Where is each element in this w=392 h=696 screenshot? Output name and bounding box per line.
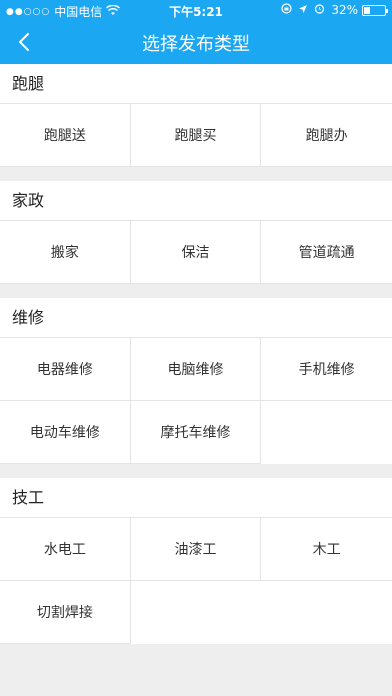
category-item[interactable]: 木工: [261, 518, 392, 581]
status-bar: ●●○○○ 中国电信 下午5:21 32%: [0, 0, 392, 20]
battery-icon: [362, 4, 388, 16]
category-section: 跑腿 跑腿送 跑腿买 跑腿办: [0, 64, 392, 167]
rotation-lock-icon: [281, 3, 292, 17]
category-item[interactable]: 电动车维修: [0, 401, 131, 464]
section-title: 技工: [0, 478, 392, 518]
battery-level: [364, 6, 371, 14]
empty-cell: [261, 581, 392, 644]
app-header: ●●○○○ 中国电信 下午5:21 32% 选择发布类型: [0, 0, 392, 64]
category-section: 维修 电器维修 电脑维修 手机维修电动车维修 摩托车维修: [0, 298, 392, 464]
category-grid: 电器维修 电脑维修 手机维修电动车维修 摩托车维修: [0, 338, 392, 464]
category-section: 家政 搬家 保洁 管道疏通: [0, 181, 392, 284]
category-grid: 搬家 保洁 管道疏通: [0, 221, 392, 284]
category-item[interactable]: 水电工: [0, 518, 131, 581]
page-title: 选择发布类型: [142, 34, 250, 55]
category-item[interactable]: 保洁: [130, 221, 262, 284]
section-title: 跑腿: [0, 64, 392, 104]
empty-cell: [261, 401, 392, 464]
battery-percent: 32%: [331, 3, 358, 17]
category-item[interactable]: 电脑维修: [130, 338, 262, 401]
alarm-icon: [314, 3, 325, 17]
section-title: 家政: [0, 181, 392, 221]
status-right: 32%: [275, 3, 388, 17]
category-grid: 水电工 油漆工 木工切割焊接: [0, 518, 392, 644]
category-grid: 跑腿送 跑腿买 跑腿办: [0, 104, 392, 167]
category-section: 技工 水电工 油漆工 木工切割焊接: [0, 478, 392, 644]
category-item[interactable]: 跑腿买: [130, 104, 262, 167]
empty-cell: [130, 581, 262, 644]
navigation-bar: 选择发布类型: [0, 20, 392, 64]
category-item[interactable]: 油漆工: [130, 518, 262, 581]
category-item[interactable]: 搬家: [0, 221, 131, 284]
category-item[interactable]: 摩托车维修: [130, 401, 262, 464]
category-list: 跑腿 跑腿送 跑腿买 跑腿办 家政 搬家 保洁 管道疏通 维修 电器维修 电脑维修 手机维修 电动车维修…: [0, 64, 392, 658]
category-item[interactable]: 跑腿办: [261, 104, 392, 167]
section-title: 维修: [0, 298, 392, 338]
category-item[interactable]: 跑腿送: [0, 104, 131, 167]
category-item[interactable]: 切割焊接: [0, 581, 131, 644]
category-item[interactable]: 管道疏通: [261, 221, 392, 284]
category-item[interactable]: 电器维修: [0, 338, 131, 401]
location-icon: [298, 3, 308, 17]
category-item[interactable]: 手机维修: [261, 338, 392, 401]
